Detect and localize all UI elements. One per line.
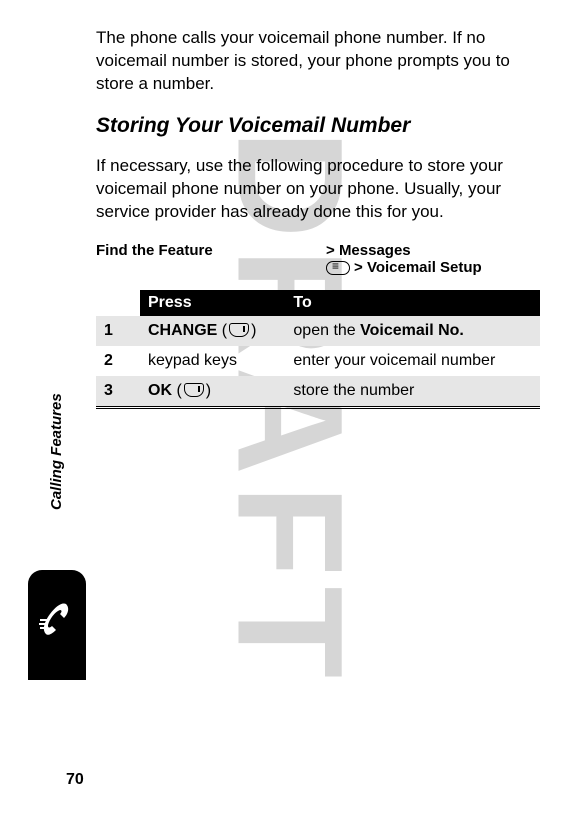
nav-voicemail-setup: Voicemail Setup — [367, 259, 482, 276]
table-end-rule — [96, 406, 540, 409]
find-feature-path: > Messages > Voicemail Setup — [326, 242, 482, 276]
right-softkey-icon — [184, 383, 204, 397]
step-press: CHANGE () — [140, 316, 285, 346]
find-feature-label: Find the Feature — [96, 242, 326, 276]
page-number: 70 — [66, 771, 84, 789]
menu-key-icon — [326, 261, 350, 275]
body-paragraph: If necessary, use the following procedur… — [96, 155, 540, 224]
paren-open: ( — [222, 322, 227, 339]
col-to: To — [285, 290, 540, 316]
paren-close: ) — [206, 382, 211, 399]
step-press: keypad keys — [140, 346, 285, 376]
table-row: 3 OK () store the number — [96, 376, 540, 406]
table-row: 2 keypad keys enter your voicemail numbe… — [96, 346, 540, 376]
steps-table: Press To 1 CHANGE () open the Voicemail … — [96, 290, 540, 406]
step-to: enter your voicemail number — [285, 346, 540, 376]
step-to: store the number — [285, 376, 540, 406]
key-ok: OK — [148, 382, 172, 399]
phone-icon — [36, 600, 78, 642]
step-number: 3 — [96, 376, 140, 406]
nav-messages: Messages — [339, 242, 411, 259]
find-feature-block: Find the Feature > Messages > Voicemail … — [96, 242, 540, 276]
step-number: 1 — [96, 316, 140, 346]
nav-sep: > — [326, 242, 335, 259]
paren-close: ) — [251, 322, 256, 339]
to-text: open the — [293, 322, 360, 339]
paren-open: ( — [176, 382, 181, 399]
right-softkey-icon — [229, 323, 249, 337]
step-to: open the Voicemail No. — [285, 316, 540, 346]
table-corner — [96, 290, 140, 316]
page-content: The phone calls your voicemail phone num… — [0, 0, 580, 409]
col-press: Press — [140, 290, 285, 316]
step-number: 2 — [96, 346, 140, 376]
section-side-label: Calling Features — [48, 393, 65, 510]
intro-paragraph: The phone calls your voicemail phone num… — [96, 27, 540, 96]
key-change: CHANGE — [148, 322, 217, 339]
table-row: 1 CHANGE () open the Voicemail No. — [96, 316, 540, 346]
step-press: OK () — [140, 376, 285, 406]
key-voicemail-no: Voicemail No. — [360, 322, 464, 339]
section-tab — [28, 570, 86, 680]
section-heading: Storing Your Voicemail Number — [96, 114, 540, 138]
nav-sep: > — [354, 259, 363, 276]
